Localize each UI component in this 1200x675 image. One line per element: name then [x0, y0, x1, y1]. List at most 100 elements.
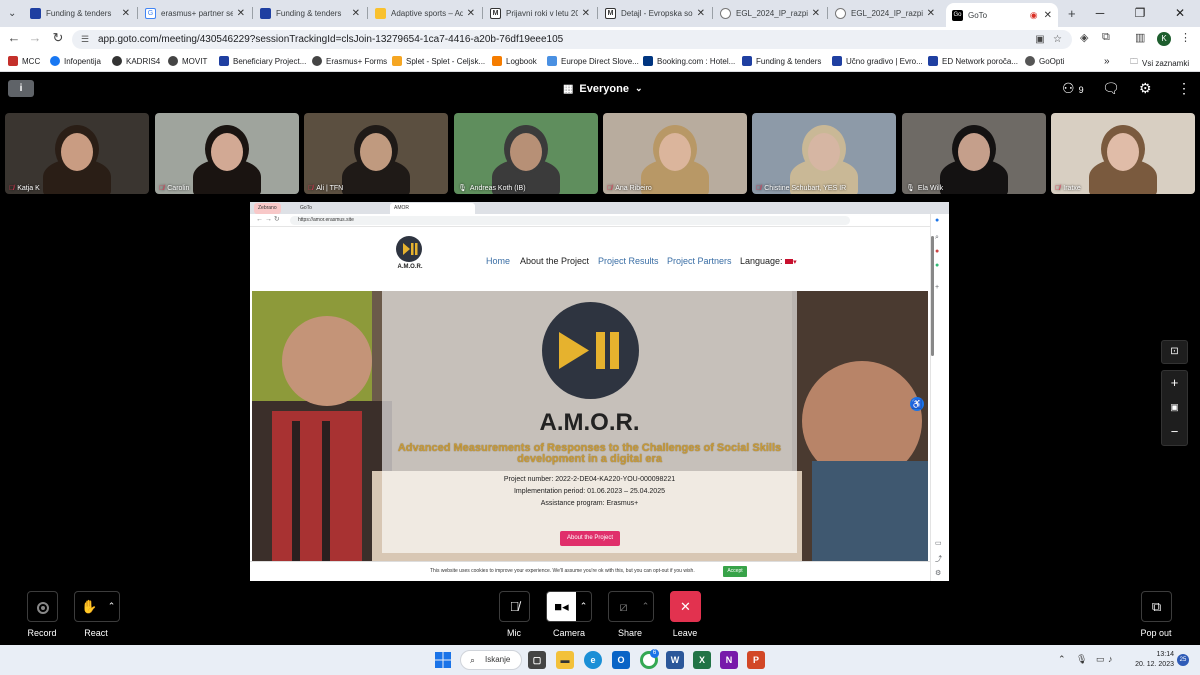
participant-video-tile[interactable]: 🎙̸ Ali | TFN: [304, 113, 448, 194]
browser-tab[interactable]: Funding & tenders ✕: [254, 2, 366, 24]
bookmark-item[interactable]: Europe Direct Slove...: [547, 56, 639, 66]
browser-tab[interactable]: Funding & tenders ✕: [24, 2, 136, 24]
view-audience-selector[interactable]: ▦ Everyone ⌄: [563, 82, 642, 96]
site-info-icon[interactable]: ☰: [81, 30, 89, 49]
share-button[interactable]: ⧄: [608, 591, 639, 622]
more-options-icon[interactable]: ⋮: [1177, 80, 1191, 97]
bookmark-item[interactable]: Beneficiary Project...: [219, 56, 306, 66]
back-button[interactable]: ←: [4, 30, 24, 45]
browser-tab[interactable]: Gerasmus+ partner sea ✕: [139, 2, 251, 24]
bookmark-item[interactable]: ED Network poroča...: [928, 56, 1018, 66]
notification-badge[interactable]: 25: [1177, 654, 1189, 666]
microphone-icon[interactable]: 🎙: [1076, 654, 1087, 665]
bookmark-item[interactable]: Erasmus+ Forms: [312, 56, 387, 66]
site-nav-about[interactable]: About the Project: [520, 256, 589, 266]
info-button[interactable]: i: [8, 80, 34, 97]
settings-gear-icon[interactable]: ⚙: [1139, 80, 1152, 97]
camera-permission-icon[interactable]: ▣: [1035, 34, 1044, 45]
sidepanel-icon[interactable]: ▥: [1135, 31, 1145, 44]
cookie-accept-button[interactable]: Accept: [723, 566, 747, 577]
bookmark-item[interactable]: MCC: [8, 56, 40, 66]
site-nav-language[interactable]: Language: ▾: [740, 256, 797, 266]
leave-button[interactable]: ✕: [670, 591, 701, 622]
bookmark-star-icon[interactable]: ☆: [1053, 34, 1062, 45]
close-icon[interactable]: ✕: [582, 8, 590, 19]
menu-kebab-icon[interactable]: ⋮: [1180, 31, 1191, 44]
camera-options-chevron[interactable]: ⌃: [576, 591, 592, 622]
tab-search-icon[interactable]: ⌄: [2, 2, 22, 24]
participant-video-tile[interactable]: 🎙̸ Katja K: [5, 113, 149, 194]
browser-tab-active[interactable]: Go GoTo ◉ ✕: [946, 3, 1058, 27]
participant-video-tile[interactable]: 🎙 Andreas Koth (IB): [454, 113, 598, 194]
restore-button[interactable]: ❐: [1120, 0, 1160, 27]
about-project-button[interactable]: About the Project: [560, 531, 620, 546]
bookmark-item[interactable]: KADRIS4: [112, 56, 160, 66]
minimize-button[interactable]: ─: [1080, 0, 1120, 27]
close-icon[interactable]: ✕: [1044, 10, 1052, 21]
close-icon[interactable]: ✕: [697, 8, 705, 19]
browser-tab[interactable]: M Detajl - Evropska solid ✕: [599, 2, 711, 24]
browser-tab[interactable]: Adaptive sports – Ada ✕: [369, 2, 481, 24]
browser-tab[interactable]: EGL_2024_IP_razpis_ ✕: [714, 2, 826, 24]
clock[interactable]: 13:14 20. 12. 2023: [1122, 650, 1174, 670]
participant-video-tile[interactable]: 🎙 Ela Wilk: [902, 113, 1046, 194]
participants-button[interactable]: ⚇ 9: [1062, 80, 1084, 97]
url-input[interactable]: ☰ app.goto.com/meeting/430546229?session…: [72, 30, 1072, 49]
annotate-button[interactable]: ⊡: [1161, 340, 1188, 364]
bookmark-item[interactable]: Logbook: [492, 56, 537, 66]
extension-icon[interactable]: ◈: [1080, 31, 1088, 44]
site-nav-home[interactable]: Home: [486, 256, 510, 266]
window-close-button[interactable]: ✕: [1160, 0, 1200, 27]
site-nav-partners[interactable]: Project Partners: [667, 256, 732, 266]
close-icon[interactable]: ✕: [927, 8, 935, 19]
bookmark-item[interactable]: Booking.com : Hotel...: [643, 56, 735, 66]
zoom-out-button[interactable]: −: [1162, 420, 1187, 445]
close-icon[interactable]: ✕: [237, 8, 245, 19]
taskbar-search[interactable]: ⌕ Iskanje: [460, 650, 522, 670]
volume-icon[interactable]: ♪: [1108, 654, 1113, 664]
bookmarks-overflow-icon[interactable]: »: [1104, 56, 1110, 67]
reload-button[interactable]: ↻: [48, 30, 68, 46]
record-button[interactable]: [27, 591, 58, 622]
close-icon[interactable]: ✕: [352, 8, 360, 19]
profile-avatar[interactable]: K: [1157, 32, 1171, 46]
bookmark-item[interactable]: MOVIT: [168, 56, 207, 66]
bookmark-item[interactable]: Funding & tenders: [742, 56, 821, 66]
display-icon[interactable]: ▭: [1096, 654, 1105, 665]
share-options-chevron[interactable]: ⌃: [638, 591, 654, 622]
tray-overflow-icon[interactable]: ⌃: [1058, 654, 1066, 665]
mic-button[interactable]: 🎙̸: [499, 591, 530, 622]
participant-video-tile[interactable]: 🎙̸ Ana Ribeiro: [603, 113, 747, 194]
react-button[interactable]: ✋: [74, 591, 105, 622]
file-explorer-icon[interactable]: ▬: [556, 651, 574, 669]
task-view-icon[interactable]: ▢: [528, 651, 546, 669]
close-icon[interactable]: ✕: [122, 8, 130, 19]
chat-icon[interactable]: 🗨: [1102, 80, 1120, 97]
site-nav-results[interactable]: Project Results: [598, 256, 659, 266]
browser-tab[interactable]: EGL_2024_IP_razpis_ ✕: [829, 2, 941, 24]
react-options-chevron[interactable]: ⌃: [104, 591, 120, 622]
word-icon[interactable]: W: [666, 651, 684, 669]
all-bookmarks-folder[interactable]: 🗀 Vsi zaznamki: [1130, 56, 1189, 70]
forward-button[interactable]: →: [25, 30, 45, 45]
outlook-icon[interactable]: O: [612, 651, 630, 669]
bookmark-item[interactable]: Infopentija: [50, 56, 101, 66]
participant-video-tile[interactable]: 🎙̸ Iratxe: [1051, 113, 1195, 194]
browser-tab[interactable]: M Prijavni roki v letu 20 ✕: [484, 2, 596, 24]
bookmark-item[interactable]: Splet - Splet - Celjsk...: [392, 56, 485, 66]
participant-video-tile[interactable]: 🎙̸ Chistine Schubart, YES IR: [752, 113, 896, 194]
bookmark-item[interactable]: GoOpti: [1025, 56, 1064, 66]
fit-screen-button[interactable]: ▣: [1162, 395, 1187, 420]
new-tab-button[interactable]: +: [1062, 2, 1082, 24]
edge-icon[interactable]: e: [584, 651, 602, 669]
participant-video-tile[interactable]: 🎙̸ Carolin: [155, 113, 299, 194]
close-icon[interactable]: ✕: [467, 8, 475, 19]
close-icon[interactable]: ✕: [812, 8, 820, 19]
bookmark-item[interactable]: Učno gradivo | Evro...: [832, 56, 923, 66]
onenote-icon[interactable]: N: [720, 651, 738, 669]
windows-start-icon[interactable]: [434, 651, 452, 669]
excel-icon[interactable]: X: [693, 651, 711, 669]
pop-out-button[interactable]: ⧉: [1141, 591, 1172, 622]
powerpoint-icon[interactable]: P: [747, 651, 765, 669]
camera-button[interactable]: ■◂: [546, 591, 577, 622]
